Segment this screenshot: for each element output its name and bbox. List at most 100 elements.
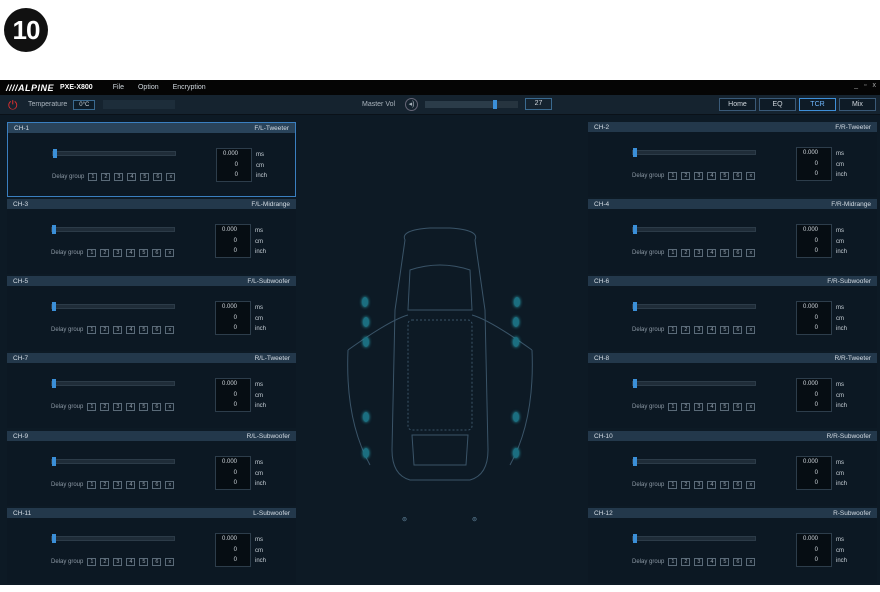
delay-group-button[interactable]: 2 xyxy=(681,172,691,180)
delay-inch-value[interactable]: 0 xyxy=(800,557,818,563)
delay-group-button[interactable]: 3 xyxy=(113,249,123,257)
delay-group-button[interactable]: 6 xyxy=(733,172,743,180)
delay-cm-value[interactable]: 0 xyxy=(800,392,818,398)
delay-group-button[interactable]: 2 xyxy=(681,481,691,489)
delay-group-button[interactable]: 4 xyxy=(707,172,717,180)
delay-inch-value[interactable]: 0 xyxy=(800,402,818,408)
delay-slider[interactable] xyxy=(51,379,175,388)
delay-slider[interactable] xyxy=(632,379,756,388)
channel-panel-7[interactable]: CH-7 R/L-Tweeter Delay group 123456x 0.0… xyxy=(7,353,296,428)
delay-slider-thumb[interactable] xyxy=(52,534,56,543)
delay-values[interactable]: 0.000 0 0 xyxy=(796,378,832,412)
channel-panel-11[interactable]: CH-11 L-Subwoofer Delay group 123456x 0.… xyxy=(7,508,296,583)
delay-cm-value[interactable]: 0 xyxy=(219,547,237,553)
delay-inch-value[interactable]: 0 xyxy=(220,172,238,178)
delay-group-button[interactable]: 6 xyxy=(152,326,162,334)
delay-group-button[interactable]: 3 xyxy=(694,172,704,180)
delay-group-button[interactable]: 2 xyxy=(681,403,691,411)
channel-panel-9[interactable]: CH-9 R/L-Subwoofer Delay group 123456x 0… xyxy=(7,431,296,506)
delay-ms-value[interactable]: 0.000 xyxy=(219,304,237,310)
delay-group-button[interactable]: 5 xyxy=(139,403,149,411)
delay-values[interactable]: 0.000 0 0 xyxy=(796,224,832,258)
delay-group-button[interactable]: 2 xyxy=(681,326,691,334)
delay-group-button[interactable]: 4 xyxy=(126,403,136,411)
master-vol-value[interactable]: 27 xyxy=(525,98,552,110)
delay-group-button[interactable]: x xyxy=(165,481,175,489)
channel-panel-5[interactable]: CH-5 F/L-Subwoofer Delay group 123456x 0… xyxy=(7,276,296,351)
delay-inch-value[interactable]: 0 xyxy=(219,480,237,486)
delay-slider[interactable] xyxy=(51,457,175,466)
delay-group-button[interactable]: 1 xyxy=(668,249,678,257)
delay-slider[interactable] xyxy=(51,225,175,234)
delay-group-button[interactable]: 3 xyxy=(694,403,704,411)
delay-group-button[interactable]: 5 xyxy=(720,481,730,489)
delay-slider-thumb[interactable] xyxy=(633,534,637,543)
speaker-rl-tweeter-icon[interactable] xyxy=(363,412,369,422)
delay-inch-value[interactable]: 0 xyxy=(219,325,237,331)
delay-group-button[interactable]: 4 xyxy=(127,173,137,181)
delay-group-button[interactable]: 5 xyxy=(720,403,730,411)
delay-ms-value[interactable]: 0.000 xyxy=(800,150,818,156)
delay-slider[interactable] xyxy=(632,225,756,234)
subwoofer-left-icon[interactable]: ⊜ xyxy=(402,516,407,523)
delay-ms-value[interactable]: 0.000 xyxy=(800,459,818,465)
speaker-rl-subwoofer-icon[interactable] xyxy=(363,448,369,458)
delay-inch-value[interactable]: 0 xyxy=(219,402,237,408)
delay-group-button[interactable]: 6 xyxy=(152,249,162,257)
delay-inch-value[interactable]: 0 xyxy=(800,171,818,177)
delay-cm-value[interactable]: 0 xyxy=(219,315,237,321)
delay-group-button[interactable]: 5 xyxy=(720,172,730,180)
delay-group-button[interactable]: 6 xyxy=(733,558,743,566)
delay-slider[interactable] xyxy=(632,534,756,543)
delay-cm-value[interactable]: 0 xyxy=(800,470,818,476)
delay-group-button[interactable]: x xyxy=(746,403,756,411)
speaker-icon[interactable]: ◂) xyxy=(405,98,418,111)
delay-group-button[interactable]: x xyxy=(166,173,176,181)
delay-cm-value[interactable]: 0 xyxy=(800,315,818,321)
delay-group-button[interactable]: 3 xyxy=(113,326,123,334)
delay-inch-value[interactable]: 0 xyxy=(800,480,818,486)
delay-group-button[interactable]: 4 xyxy=(707,403,717,411)
channel-panel-2[interactable]: CH-2 F/R-Tweeter Delay group 123456x 0.0… xyxy=(588,122,877,197)
delay-slider[interactable] xyxy=(632,457,756,466)
delay-group-button[interactable]: 3 xyxy=(694,249,704,257)
delay-group-button[interactable]: 1 xyxy=(668,326,678,334)
delay-cm-value[interactable]: 0 xyxy=(219,470,237,476)
delay-group-button[interactable]: 4 xyxy=(707,249,717,257)
delay-slider[interactable] xyxy=(51,534,175,543)
delay-group-button[interactable]: 1 xyxy=(87,326,97,334)
delay-group-button[interactable]: 4 xyxy=(126,249,136,257)
delay-group-button[interactable]: 3 xyxy=(114,173,124,181)
delay-group-button[interactable]: 1 xyxy=(87,481,97,489)
delay-group-button[interactable]: 6 xyxy=(733,326,743,334)
delay-group-button[interactable]: 5 xyxy=(720,326,730,334)
channel-panel-12[interactable]: CH-12 R-Subwoofer Delay group 123456x 0.… xyxy=(588,508,877,583)
delay-group-button[interactable]: x xyxy=(165,249,175,257)
menu-encryption[interactable]: Encryption xyxy=(173,84,206,91)
delay-ms-value[interactable]: 0.000 xyxy=(219,381,237,387)
delay-group-button[interactable]: 6 xyxy=(733,403,743,411)
delay-inch-value[interactable]: 0 xyxy=(800,325,818,331)
menu-file[interactable]: File xyxy=(113,84,124,91)
delay-slider-thumb[interactable] xyxy=(52,225,56,234)
delay-group-button[interactable]: 1 xyxy=(88,173,98,181)
channel-panel-1[interactable]: CH-1 F/L-Tweeter Delay group 123456x 0.0… xyxy=(7,122,296,197)
delay-group-button[interactable]: 2 xyxy=(100,326,110,334)
delay-group-button[interactable]: 2 xyxy=(100,249,110,257)
delay-group-button[interactable]: 3 xyxy=(113,558,123,566)
delay-values[interactable]: 0.000 0 0 xyxy=(796,456,832,490)
speaker-fl-midrange-icon[interactable] xyxy=(363,317,369,327)
delay-slider-thumb[interactable] xyxy=(633,457,637,466)
restore-icon[interactable]: ▫ xyxy=(864,82,866,89)
delay-group-button[interactable]: 6 xyxy=(152,558,162,566)
delay-group-button[interactable]: 1 xyxy=(87,249,97,257)
menu-option[interactable]: Option xyxy=(138,84,159,91)
power-icon[interactable]: ⏻ xyxy=(8,99,20,111)
delay-group-button[interactable]: 3 xyxy=(694,558,704,566)
delay-values[interactable]: 0.000 0 0 xyxy=(215,301,251,335)
delay-slider[interactable] xyxy=(51,302,175,311)
delay-ms-value[interactable]: 0.000 xyxy=(800,381,818,387)
delay-ms-value[interactable]: 0.000 xyxy=(219,536,237,542)
delay-slider-thumb[interactable] xyxy=(52,379,56,388)
delay-slider[interactable] xyxy=(632,302,756,311)
